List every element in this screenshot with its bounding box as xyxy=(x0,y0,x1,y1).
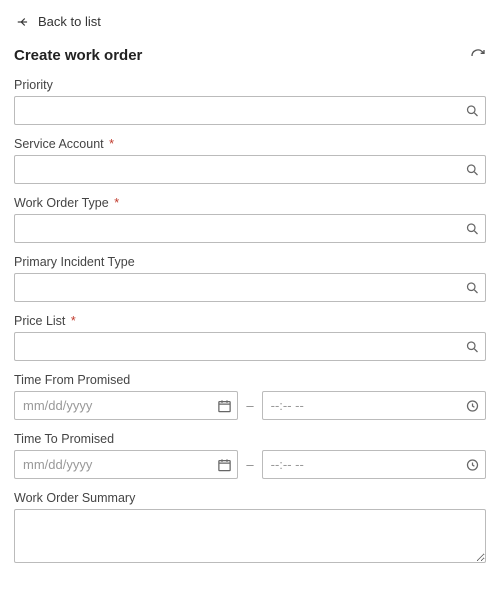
time-to-date-input[interactable] xyxy=(14,450,238,479)
calendar-icon[interactable] xyxy=(217,457,232,472)
summary-label: Work Order Summary xyxy=(14,491,486,505)
arrow-left-icon xyxy=(16,15,30,29)
field-time-from: Time From Promised – xyxy=(14,373,486,420)
priority-label-text: Priority xyxy=(14,78,53,92)
back-to-list-label: Back to list xyxy=(38,14,101,29)
incident-type-label-text: Primary Incident Type xyxy=(14,255,135,269)
refresh-icon[interactable] xyxy=(470,48,486,64)
field-price-list: Price List * xyxy=(14,314,486,361)
search-icon[interactable] xyxy=(465,280,480,295)
title-row: Create work order xyxy=(14,47,486,64)
time-from-label: Time From Promised xyxy=(14,373,486,387)
field-summary: Work Order Summary xyxy=(14,491,486,566)
field-work-order-type: Work Order Type * xyxy=(14,196,486,243)
price-list-input[interactable] xyxy=(14,332,486,361)
search-icon[interactable] xyxy=(465,103,480,118)
priority-label: Priority xyxy=(14,78,486,92)
back-to-list-link[interactable]: Back to list xyxy=(14,10,486,47)
page-title: Create work order xyxy=(14,47,142,64)
incident-type-input[interactable] xyxy=(14,273,486,302)
time-from-time-input[interactable] xyxy=(262,391,486,420)
work-order-type-label-text: Work Order Type xyxy=(14,196,109,210)
work-order-type-label: Work Order Type * xyxy=(14,196,486,210)
price-list-label: Price List * xyxy=(14,314,486,328)
clock-icon[interactable] xyxy=(465,457,480,472)
search-icon[interactable] xyxy=(465,339,480,354)
range-separator: – xyxy=(246,398,253,413)
service-account-label: Service Account * xyxy=(14,137,486,151)
search-icon[interactable] xyxy=(465,162,480,177)
clock-icon[interactable] xyxy=(465,398,480,413)
calendar-icon[interactable] xyxy=(217,398,232,413)
work-order-type-input[interactable] xyxy=(14,214,486,243)
range-separator: – xyxy=(246,457,253,472)
field-incident-type: Primary Incident Type xyxy=(14,255,486,302)
required-mark: * xyxy=(71,314,76,328)
service-account-label-text: Service Account xyxy=(14,137,104,151)
price-list-label-text: Price List xyxy=(14,314,65,328)
field-time-to: Time To Promised – xyxy=(14,432,486,479)
search-icon[interactable] xyxy=(465,221,480,236)
time-to-time-input[interactable] xyxy=(262,450,486,479)
required-mark: * xyxy=(109,137,114,151)
service-account-input[interactable] xyxy=(14,155,486,184)
time-from-date-input[interactable] xyxy=(14,391,238,420)
time-to-label: Time To Promised xyxy=(14,432,486,446)
field-service-account: Service Account * xyxy=(14,137,486,184)
time-to-label-text: Time To Promised xyxy=(14,432,114,446)
priority-input[interactable] xyxy=(14,96,486,125)
required-mark: * xyxy=(114,196,119,210)
incident-type-label: Primary Incident Type xyxy=(14,255,486,269)
summary-textarea[interactable] xyxy=(14,509,486,563)
summary-label-text: Work Order Summary xyxy=(14,491,135,505)
time-from-label-text: Time From Promised xyxy=(14,373,130,387)
field-priority: Priority xyxy=(14,78,486,125)
